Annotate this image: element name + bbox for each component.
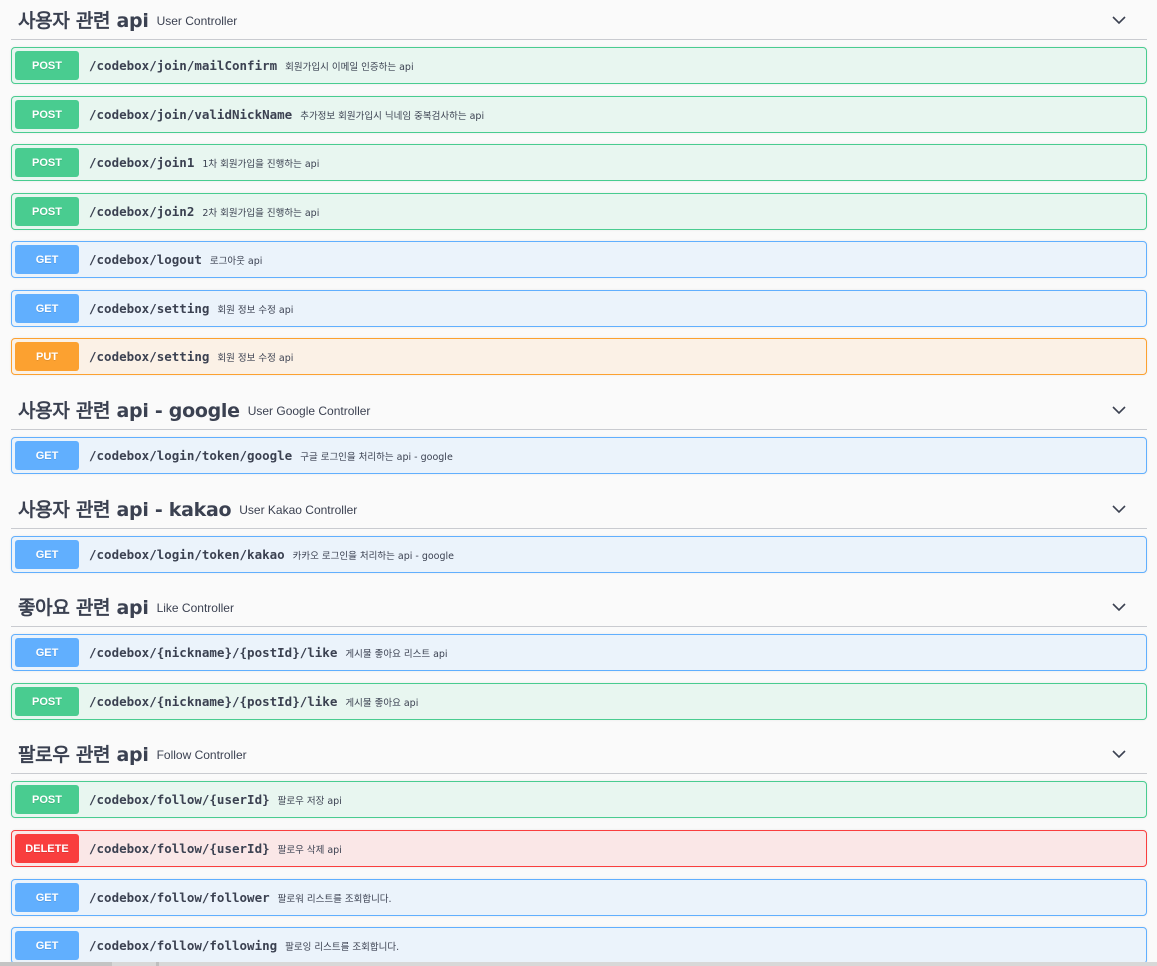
section-title: 사용자 관련 api - kakao (18, 499, 232, 521)
method-badge: POST (15, 51, 79, 80)
operation-path: /codebox/join2 (89, 204, 195, 219)
operation-summary: 로그아웃 api (209, 255, 263, 267)
method-badge: POST (15, 785, 79, 814)
operation-get-setting[interactable]: GET /codebox/setting 회원 정보 수정 api (11, 290, 1147, 327)
section-header-follow[interactable]: 팔로우 관련 api Follow Controller (11, 734, 1147, 774)
method-badge: GET (15, 931, 79, 960)
section-description: Follow Controller (156, 748, 247, 762)
operation-summary: 팔로우 삭제 api (277, 844, 342, 856)
section-description: User Kakao Controller (239, 503, 358, 517)
operation-path: /codebox/follow/{userId} (89, 792, 270, 807)
operation-post-mail-confirm[interactable]: POST /codebox/join/mailConfirm 회원가입시 이메일… (11, 47, 1147, 84)
operation-post-join1[interactable]: POST /codebox/join1 1차 회원가입을 진행하는 api (11, 144, 1147, 181)
method-badge: GET (15, 540, 79, 569)
operation-summary: 1차 회원가입을 진행하는 api (202, 158, 320, 170)
operation-get-like-list[interactable]: GET /codebox/{nickname}/{postId}/like 게시… (11, 634, 1147, 671)
method-badge: GET (15, 638, 79, 667)
operation-path: /codebox/join/validNickName (89, 107, 293, 122)
operation-put-setting[interactable]: PUT /codebox/setting 회원 정보 수정 api (11, 338, 1147, 375)
section-title: 사용자 관련 api - google (18, 400, 240, 422)
operation-summary: 팔로우 저장 api (277, 795, 342, 807)
chevron-down-icon[interactable] (1111, 599, 1127, 615)
section-header-user[interactable]: 사용자 관련 api User Controller (11, 0, 1147, 40)
method-badge: POST (15, 197, 79, 226)
section-title: 팔로우 관련 api (18, 744, 149, 766)
operation-post-like[interactable]: POST /codebox/{nickname}/{postId}/like 게… (11, 683, 1147, 720)
section-title: 좋아요 관련 api (18, 597, 149, 619)
operation-summary: 게시물 좋아요 리스트 api (345, 648, 448, 660)
operation-get-following[interactable]: GET /codebox/follow/following 팔로잉 리스트를 조… (11, 927, 1147, 964)
operation-path: /codebox/{nickname}/{postId}/like (89, 645, 338, 660)
method-badge: DELETE (15, 834, 79, 863)
operation-path: /codebox/follow/follower (89, 890, 270, 905)
chevron-down-icon[interactable] (1111, 501, 1127, 517)
operation-post-follow[interactable]: POST /codebox/follow/{userId} 팔로우 저장 api (11, 781, 1147, 818)
method-badge: POST (15, 687, 79, 716)
method-badge: GET (15, 294, 79, 323)
section-header-user-kakao[interactable]: 사용자 관련 api - kakao User Kakao Controller (11, 489, 1147, 529)
operation-path: /codebox/logout (89, 252, 202, 267)
horizontal-scrollbar[interactable] (0, 962, 1157, 966)
section-header-user-google[interactable]: 사용자 관련 api - google User Google Controll… (11, 390, 1147, 430)
swagger-ui: 사용자 관련 api User Controller POST /codebox… (0, 0, 1157, 966)
method-badge: POST (15, 148, 79, 177)
chevron-down-icon[interactable] (1111, 12, 1127, 28)
operation-path: /codebox/join/mailConfirm (89, 58, 278, 73)
operation-summary: 회원가입시 이메일 인증하는 api (285, 61, 414, 73)
chevron-down-icon[interactable] (1111, 746, 1127, 762)
method-badge: POST (15, 100, 79, 129)
section-description: Like Controller (156, 601, 234, 615)
operation-get-login-kakao[interactable]: GET /codebox/login/token/kakao 카카오 로그인을 … (11, 536, 1147, 573)
section-description: User Google Controller (247, 404, 371, 418)
method-badge: GET (15, 245, 79, 274)
chevron-down-icon[interactable] (1111, 402, 1127, 418)
operation-summary: 추가정보 회원가입시 닉네임 중복검사하는 api (300, 110, 485, 122)
operation-get-logout[interactable]: GET /codebox/logout 로그아웃 api (11, 241, 1147, 278)
method-badge: PUT (15, 342, 79, 371)
operation-summary: 게시물 좋아요 api (345, 697, 419, 709)
operation-post-join2[interactable]: POST /codebox/join2 2차 회원가입을 진행하는 api (11, 193, 1147, 230)
operation-path: /codebox/follow/following (89, 938, 278, 953)
method-badge: GET (15, 441, 79, 470)
operation-delete-follow[interactable]: DELETE /codebox/follow/{userId} 팔로우 삭제 a… (11, 830, 1147, 867)
operation-summary: 2차 회원가입을 진행하는 api (202, 207, 320, 219)
operation-path: /codebox/follow/{userId} (89, 841, 270, 856)
operation-summary: 회원 정보 수정 api (217, 304, 294, 316)
operation-post-valid-nickname[interactable]: POST /codebox/join/validNickName 추가정보 회원… (11, 96, 1147, 133)
section-title: 사용자 관련 api (18, 10, 149, 32)
operation-summary: 카카오 로그인을 처리하는 api - google (292, 550, 454, 562)
scrollbar-divider (156, 962, 159, 966)
operation-get-follower[interactable]: GET /codebox/follow/follower 팔로워 리스트를 조회… (11, 879, 1147, 916)
operation-summary: 팔로잉 리스트를 조회합니다. (285, 941, 400, 953)
operation-path: /codebox/login/token/google (89, 448, 293, 463)
operation-path: /codebox/setting (89, 349, 210, 364)
section-description: User Controller (156, 14, 238, 28)
operation-path: /codebox/login/token/kakao (89, 547, 285, 562)
operation-path: /codebox/setting (89, 301, 210, 316)
method-badge: GET (15, 883, 79, 912)
operation-summary: 구글 로그인을 처리하는 api - google (300, 451, 453, 463)
scrollbar-thumb[interactable] (0, 962, 112, 966)
operation-summary: 회원 정보 수정 api (217, 352, 294, 364)
operation-path: /codebox/join1 (89, 155, 195, 170)
operation-summary: 팔로워 리스트를 조회합니다. (277, 893, 392, 905)
section-header-like[interactable]: 좋아요 관련 api Like Controller (11, 587, 1147, 627)
operation-get-login-google[interactable]: GET /codebox/login/token/google 구글 로그인을 … (11, 437, 1147, 474)
operation-path: /codebox/{nickname}/{postId}/like (89, 694, 338, 709)
